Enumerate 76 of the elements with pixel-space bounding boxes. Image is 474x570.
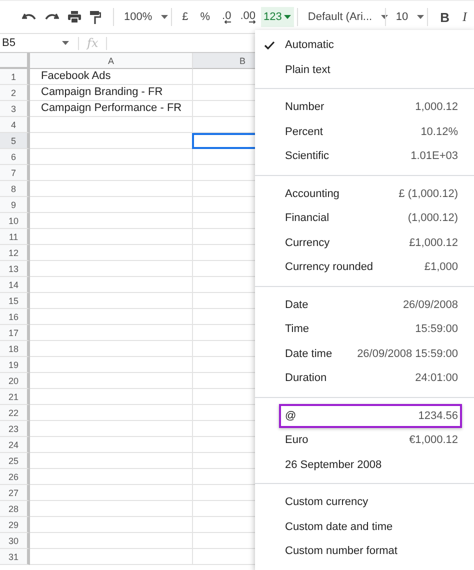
menu-item[interactable]: Financial (1,000.12) (279, 206, 462, 230)
increase-decimal-button[interactable]: .00 (240, 10, 256, 24)
row-header[interactable]: 21 (0, 389, 30, 405)
row-header[interactable]: 15 (0, 293, 30, 309)
menu-item[interactable]: Date time 26/09/2008 15:59:00 (279, 342, 462, 366)
menu-item[interactable]: Duration 24:01:00 (279, 366, 462, 390)
menu-item[interactable]: 26 September 2008 (279, 452, 462, 477)
row-header[interactable]: 19 (0, 357, 30, 373)
format-example: (1,000.12) (408, 212, 458, 224)
format-example: 26/09/2008 (402, 298, 458, 311)
row-header[interactable]: 7 (0, 165, 30, 181)
row-header[interactable]: 17 (0, 325, 30, 341)
format-example: 26/09/2008 15:59:00 (357, 348, 458, 360)
name-box[interactable]: B5 (0, 37, 62, 49)
decrease-decimal-button[interactable]: .0 (222, 10, 232, 24)
row-header[interactable]: 13 (0, 261, 30, 277)
row-header[interactable]: 1 (0, 69, 30, 85)
menu-item[interactable]: Currency £1,000.12 (279, 230, 462, 255)
currency-button[interactable]: £ (182, 11, 188, 23)
menu-item[interactable]: Currency rounded £1,000 (279, 255, 462, 280)
menu-item[interactable]: Date 26/09/2008 (279, 292, 462, 317)
row-header[interactable]: 27 (0, 485, 30, 501)
bold-button[interactable]: B (440, 10, 450, 24)
format-example: £1,000 (424, 261, 458, 274)
row-header[interactable]: 18 (0, 341, 30, 357)
percent-button[interactable]: % (200, 11, 210, 23)
format-example: 15:59:00 (415, 323, 458, 336)
row-header[interactable]: 11 (0, 229, 30, 245)
menu-item[interactable]: Time 15:59:00 (279, 317, 462, 342)
row-header[interactable]: 28 (0, 501, 30, 517)
menu-item[interactable]: Percent 10.12% (279, 120, 462, 144)
menu-item[interactable]: Custom number format (279, 539, 462, 564)
row-header[interactable]: 25 (0, 453, 30, 469)
table-cell[interactable]: Facebook Ads (30, 69, 193, 85)
format-example: 24:01:00 (415, 372, 458, 384)
format-example: 10.12% (420, 126, 458, 138)
column-header[interactable]: A (30, 53, 193, 69)
row-header[interactable]: 16 (0, 309, 30, 325)
menu-item[interactable]: Euro €1,000.12 (279, 428, 462, 452)
italic-button[interactable]: I (462, 9, 467, 25)
table-cell[interactable]: Campaign Performance - FR (30, 101, 193, 117)
menu-item[interactable]: Number 1,000.12 (279, 95, 462, 120)
row-header[interactable]: 8 (0, 181, 30, 197)
row-header[interactable]: 30 (0, 533, 30, 549)
row-header[interactable]: 4 (0, 117, 30, 133)
row-header[interactable]: 12 (0, 245, 30, 261)
row-header[interactable]: 23 (0, 421, 30, 437)
table-cell[interactable]: Campaign Branding - FR (30, 85, 193, 101)
format-example: €1,000.12 (409, 434, 458, 446)
row-header[interactable]: 5 (0, 133, 30, 149)
format-example: £ (1,000.12) (398, 188, 458, 200)
number-format-button[interactable]: 123 (260, 7, 294, 27)
row-header[interactable]: 10 (0, 213, 30, 229)
row-header[interactable]: 26 (0, 469, 30, 485)
menu-item[interactable]: Custom date and time (279, 514, 462, 539)
row-header[interactable]: 14 (0, 277, 30, 293)
format-example: 1,000.12 (415, 101, 458, 114)
row-header[interactable]: 6 (0, 149, 30, 165)
format-example: 1.01E+03 (410, 150, 458, 162)
menu-item[interactable]: Scientific 1.01E+03 (279, 144, 462, 168)
row-header[interactable]: 22 (0, 405, 30, 421)
row-header[interactable]: 31 (0, 549, 30, 565)
row-header[interactable]: 24 (0, 437, 30, 453)
format-example: 1234.56 (418, 410, 458, 422)
function-label: fx (87, 36, 98, 50)
row-header[interactable]: 2 (0, 85, 30, 101)
font-size-dropdown[interactable]: 10 (396, 11, 424, 23)
row-header[interactable]: 3 (0, 101, 30, 117)
format-example: £1,000.12 (409, 236, 458, 249)
menu-item[interactable]: Custom currency (279, 490, 462, 514)
row-header[interactable]: 20 (0, 373, 30, 389)
row-header[interactable]: 9 (0, 197, 30, 213)
menu-item[interactable]: @ 1234.56 (279, 404, 462, 428)
row-header[interactable]: 29 (0, 517, 30, 533)
menu-item[interactable]: Accounting £ (1,000.12) (279, 182, 462, 206)
zoom-dropdown[interactable]: 100% (124, 11, 168, 23)
